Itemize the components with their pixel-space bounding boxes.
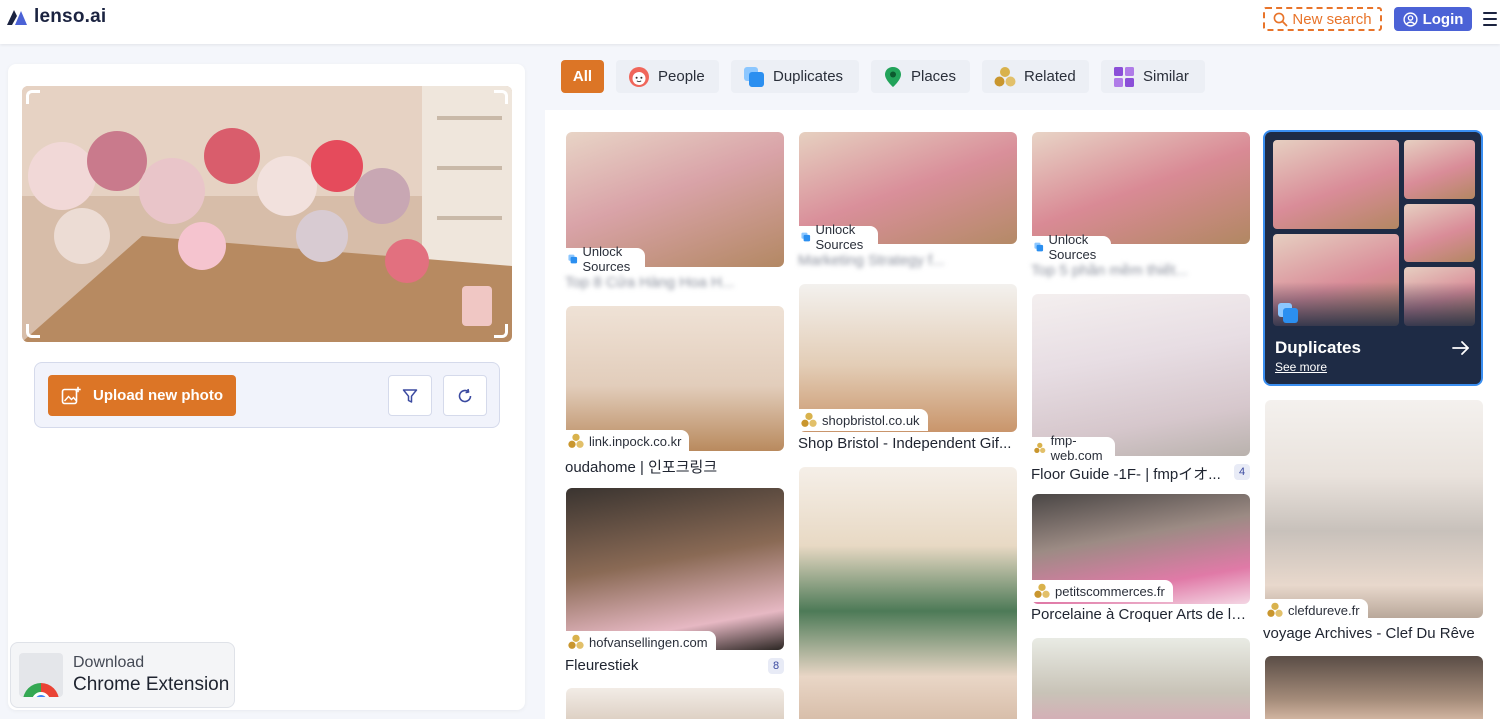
extension-line1: Download [73,654,145,671]
tab-people[interactable]: People [616,60,719,93]
filter-icon [402,388,418,403]
add-image-icon [61,386,81,404]
tab-label: All [572,68,593,85]
tab-duplicates[interactable]: Duplicates [731,60,859,93]
duplicates-card[interactable]: Duplicates See more [1263,130,1483,386]
upload-new-photo-button[interactable]: Upload new photo [48,375,236,416]
chrome-icon [19,653,63,697]
match-count-badge: 8 [768,658,784,674]
source-label: clefdureve.fr [1288,602,1360,618]
source-chip[interactable]: shopbristol.co.uk [799,409,928,431]
source-label: Unlock Sources [815,222,864,252]
result-thumbnail[interactable] [1032,132,1250,244]
see-more-link[interactable]: See more [1275,360,1327,374]
source-label: link.inpock.co.kr [589,433,682,449]
query-image [22,86,512,342]
match-count-badge: 4 [1234,464,1250,480]
refresh-icon [458,388,472,402]
duplicates-icon [744,66,764,87]
duplicates-icon [1278,303,1298,323]
result-title: Floor Guide -1F- | fmpイオ... [1031,466,1221,483]
duplicates-icon [568,254,578,264]
tab-label: People [658,68,705,85]
top-header: lenso.ai New search Login [0,0,1500,44]
related-icon [801,412,817,427]
login-label: Login [1422,10,1464,28]
source-label: shopbristol.co.uk [822,412,920,428]
result-title: Top 5 phần mềm thiết... [1031,262,1188,279]
related-icon [568,433,584,448]
source-label: fmp-web.com [1050,433,1103,463]
related-icon [1034,583,1050,598]
related-icon [568,634,584,649]
arrow-right-icon[interactable] [1451,338,1471,358]
tab-all[interactable]: All [561,60,604,93]
face-icon [629,66,649,87]
result-thumbnail[interactable] [1265,656,1483,719]
map-pin-icon [885,66,901,87]
grid-icon [1114,66,1134,87]
source-label: petitscommerces.fr [1055,583,1165,599]
login-button[interactable]: Login [1394,7,1472,31]
result-title: Top 8 Cửa Hàng Hoa H... [565,274,735,291]
new-search-label: New search [1292,10,1372,28]
result-thumbnail[interactable] [1032,638,1250,719]
source-chip[interactable]: Unlock Sources [566,244,645,274]
source-chip[interactable]: Unlock Sources [1032,232,1111,262]
related-icon [1034,442,1046,453]
duplicates-card-title: Duplicates [1275,338,1361,357]
results-grid: Unlock Sources Top 8 Cửa Hàng Hoa H... l… [545,110,1500,719]
refresh-button[interactable] [443,375,487,416]
duplicates-icon [1034,242,1044,252]
query-action-bar: Upload new photo [34,362,500,428]
tab-label: Duplicates [773,68,844,85]
result-thumbnail[interactable] [566,688,784,719]
tab-label: Related [1024,68,1076,85]
filter-button[interactable] [388,375,432,416]
source-chip[interactable]: fmp-web.com [1032,433,1116,463]
tab-similar[interactable]: Similar [1101,60,1205,93]
user-circle-icon [1402,11,1418,27]
upload-label: Upload new photo [93,387,223,404]
source-label: hofvansellingen.com [589,634,708,650]
hamburger-menu-icon[interactable] [1483,11,1497,27]
source-chip[interactable]: clefdureve.fr [1265,599,1368,621]
flower-shop-photo [22,86,512,342]
result-title: Porcelaine à Croquer Arts de la... [1031,606,1251,623]
result-title: Fleurestiek [565,657,639,674]
result-title: Shop Bristol - Independent Gif... [798,435,1012,452]
source-chip[interactable]: petitscommerces.fr [1032,580,1173,602]
source-chip[interactable]: Unlock Sources [799,222,878,252]
result-title: voyage Archives - Clef Du Rêve [1263,625,1475,642]
logo-text: lenso.ai [34,6,107,27]
source-chip[interactable]: hofvansellingen.com [566,631,716,653]
source-label: Unlock Sources [582,244,631,274]
related-icon [1267,602,1283,617]
extension-line2: Chrome Extension [73,674,230,695]
result-thumbnail[interactable] [566,488,784,650]
related-icon [994,66,1016,86]
source-label: Unlock Sources [1048,232,1097,262]
tab-related[interactable]: Related [982,60,1089,93]
result-title: oudahome | 인포크링크 [565,459,718,476]
result-thumbnail[interactable] [1032,294,1250,456]
tab-label: Similar [1143,68,1189,85]
lenso-logo-icon [7,10,27,25]
chrome-extension-banner[interactable]: Download Chrome Extension [10,642,235,708]
new-search-button[interactable]: New search [1263,7,1382,31]
result-thumbnail[interactable] [799,467,1017,719]
source-chip[interactable]: link.inpock.co.kr [566,430,690,452]
search-icon [1273,12,1288,26]
tab-places[interactable]: Places [871,60,970,93]
tab-label: Places [911,68,957,85]
result-title: Marketing Strategy f... [798,252,945,269]
logo[interactable]: lenso.ai [6,6,106,28]
duplicates-icon [801,232,811,242]
result-thumbnail[interactable] [1265,400,1483,618]
